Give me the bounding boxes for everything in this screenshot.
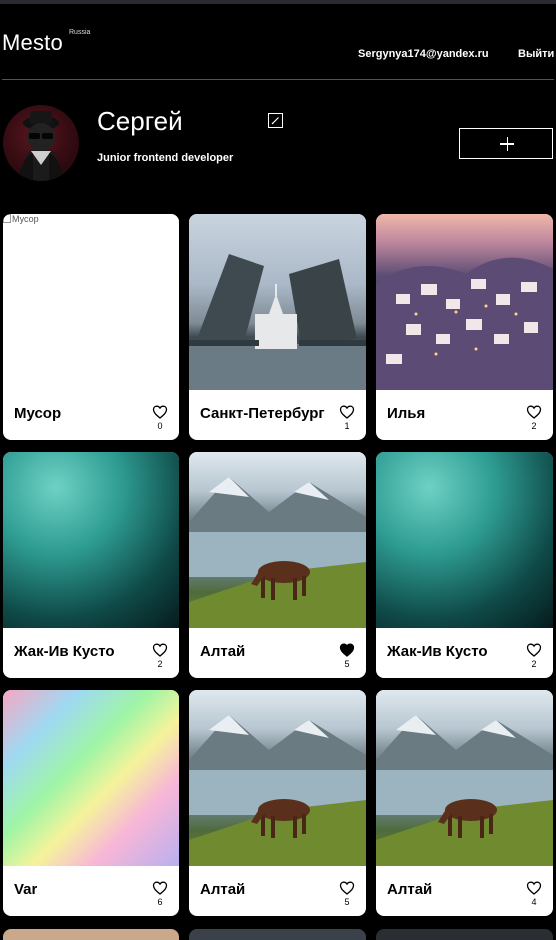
heart-icon[interactable]	[526, 642, 542, 658]
card-image[interactable]	[376, 452, 553, 628]
broken-image-alt: Мусор	[3, 214, 39, 224]
profile-job: Junior frontend developer	[97, 152, 234, 164]
altai-horse-image-art	[189, 715, 366, 866]
bridge-image-art	[189, 254, 366, 390]
heart-icon[interactable]	[526, 880, 542, 896]
card: Алтай 4	[376, 690, 553, 916]
card: Var 6	[3, 690, 179, 916]
heart-filled-icon[interactable]	[339, 642, 355, 658]
card-title: Var	[14, 881, 38, 898]
card-title: Жак-Ив Кусто	[387, 643, 488, 660]
heart-icon[interactable]	[526, 404, 542, 420]
profile-section: Сергей Junior frontend developer	[0, 100, 556, 190]
card-title: Мусор	[14, 405, 62, 422]
like-count: 2	[157, 659, 163, 669]
card: Мусор Мусор 0	[3, 214, 179, 440]
card-image[interactable]	[189, 214, 366, 390]
card-image[interactable]	[376, 690, 553, 866]
heart-icon[interactable]	[152, 880, 168, 896]
heart-icon[interactable]	[339, 404, 355, 420]
card-title: Илья	[387, 405, 426, 422]
profile-avatar[interactable]	[3, 105, 79, 181]
card-image[interactable]: Мусор	[3, 214, 179, 390]
card-image[interactable]	[189, 690, 366, 866]
altai-horse-image-art	[376, 715, 553, 866]
card: Санкт-Петербург 1	[189, 214, 366, 440]
island-image-art	[376, 257, 553, 390]
alt-text: Мусор	[12, 214, 39, 224]
card: Алтай 5	[189, 452, 366, 678]
card-partial	[3, 929, 179, 940]
card-title: Санкт-Петербург	[200, 405, 325, 422]
like-count: 2	[531, 421, 537, 431]
edit-profile-button[interactable]	[268, 113, 283, 128]
broken-image-icon	[3, 214, 11, 223]
cards-grid: Мусор Мусор 0 Санкт-Петербург 1 Илья 2 Ж…	[3, 214, 553, 916]
pencil-icon	[271, 117, 279, 125]
like-count: 2	[531, 659, 537, 669]
like-count: 5	[344, 897, 350, 907]
heart-icon[interactable]	[339, 880, 355, 896]
logout-button[interactable]: Выйти	[518, 48, 554, 60]
card: Алтай 5	[189, 690, 366, 916]
profile-name: Сергей	[97, 106, 183, 136]
like-count: 6	[157, 897, 163, 907]
add-card-button[interactable]	[459, 128, 553, 159]
like-count: 1	[344, 421, 350, 431]
header-divider	[2, 79, 554, 80]
avatar-figure-image	[17, 111, 65, 181]
card-image[interactable]	[376, 214, 553, 390]
site-header: Mesto Russia Sergynya174@yandex.ru Выйти	[0, 4, 556, 80]
card-image[interactable]	[3, 452, 179, 628]
card: Жак-Ив Кусто 2	[376, 452, 553, 678]
card-partial	[189, 929, 366, 940]
card-title: Алтай	[200, 881, 246, 898]
card: Илья 2	[376, 214, 553, 440]
altai-horse-image-art	[189, 477, 366, 628]
like-count: 5	[344, 659, 350, 669]
like-count: 4	[531, 897, 537, 907]
card-image[interactable]	[3, 690, 179, 866]
card-title: Алтай	[200, 643, 246, 660]
like-count: 0	[157, 421, 163, 431]
heart-icon[interactable]	[152, 642, 168, 658]
user-email: Sergynya174@yandex.ru	[358, 48, 489, 60]
card-title: Алтай	[387, 881, 433, 898]
logo[interactable]: Mesto	[2, 30, 63, 56]
card-title: Жак-Ив Кусто	[14, 643, 115, 660]
card-image[interactable]	[189, 452, 366, 628]
card-partial	[376, 929, 553, 940]
card: Жак-Ив Кусто 2	[3, 452, 179, 678]
heart-icon[interactable]	[152, 404, 168, 420]
logo-subtitle: Russia	[69, 29, 91, 36]
